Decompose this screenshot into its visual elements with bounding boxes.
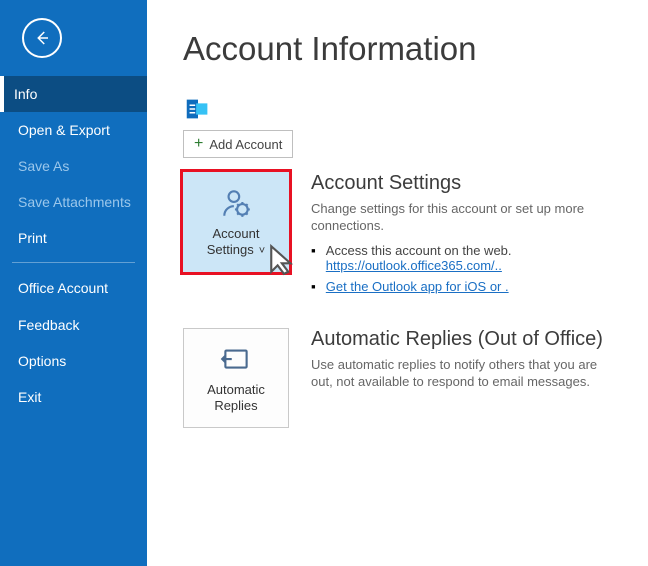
plus-icon: + bbox=[194, 136, 203, 152]
auto-replies-desc: Use automatic replies to notify others t… bbox=[311, 357, 618, 391]
nav-item-save-as: Save As bbox=[0, 148, 147, 184]
page-title: Account Information bbox=[183, 30, 618, 68]
auto-replies-title: Automatic Replies (Out of Office) bbox=[311, 328, 618, 351]
nav-label: Feedback bbox=[18, 317, 79, 333]
account-selector-row bbox=[183, 94, 618, 124]
automatic-replies-tile[interactable]: Automatic Replies bbox=[183, 328, 289, 428]
exchange-icon bbox=[183, 94, 213, 124]
nav-item-open-export[interactable]: Open & Export bbox=[0, 112, 147, 148]
sidebar-divider bbox=[12, 262, 135, 263]
section-automatic-replies: Automatic Replies Automatic Replies (Out… bbox=[183, 328, 618, 428]
add-account-label: Add Account bbox=[209, 137, 282, 152]
nav-label: Options bbox=[18, 353, 66, 369]
outlook-web-link[interactable]: https://outlook.office365.com/.. bbox=[326, 258, 502, 273]
section-account-settings: Account Settings ˅ Account Settings Chan… bbox=[183, 172, 618, 300]
tile-label: Account Settings ˅ bbox=[207, 226, 265, 258]
nav-label: Info bbox=[14, 86, 37, 102]
nav-label: Office Account bbox=[18, 280, 108, 296]
nav-label: Save Attachments bbox=[18, 194, 131, 210]
back-arrow-icon bbox=[33, 29, 51, 47]
account-settings-icon bbox=[219, 186, 253, 220]
automatic-replies-icon bbox=[219, 342, 253, 376]
main-panel: Account Information + Add Account Accoun… bbox=[147, 0, 648, 566]
nav-label: Open & Export bbox=[18, 122, 110, 138]
access-web-text: Access this account on the web. bbox=[326, 243, 512, 258]
nav-item-options[interactable]: Options bbox=[0, 343, 147, 379]
add-account-button[interactable]: + Add Account bbox=[183, 130, 293, 158]
account-settings-desc: Change settings for this account or set … bbox=[311, 201, 618, 235]
back-button[interactable] bbox=[22, 18, 62, 58]
nav-item-save-attachments: Save Attachments bbox=[0, 184, 147, 220]
bullet-icon: ▪ bbox=[311, 279, 316, 294]
nav-item-info[interactable]: Info bbox=[0, 76, 147, 112]
tile-label: Automatic Replies bbox=[207, 382, 265, 413]
nav-item-feedback[interactable]: Feedback bbox=[0, 307, 147, 343]
nav-label: Print bbox=[18, 230, 47, 246]
account-settings-tile[interactable]: Account Settings ˅ bbox=[183, 172, 289, 272]
sidebar: Info Open & Export Save As Save Attachme… bbox=[0, 0, 147, 566]
bullet-icon: ▪ bbox=[311, 243, 316, 273]
nav-item-print[interactable]: Print bbox=[0, 220, 147, 256]
nav-item-office-account[interactable]: Office Account bbox=[0, 269, 147, 307]
nav-item-exit[interactable]: Exit bbox=[0, 379, 147, 415]
account-settings-title: Account Settings bbox=[311, 172, 618, 195]
outlook-app-link[interactable]: Get the Outlook app for iOS or . bbox=[326, 279, 509, 294]
nav-label: Save As bbox=[18, 158, 69, 174]
nav-label: Exit bbox=[18, 389, 41, 405]
chevron-down-icon: ˅ bbox=[256, 245, 265, 257]
mouse-cursor-icon bbox=[267, 242, 301, 276]
